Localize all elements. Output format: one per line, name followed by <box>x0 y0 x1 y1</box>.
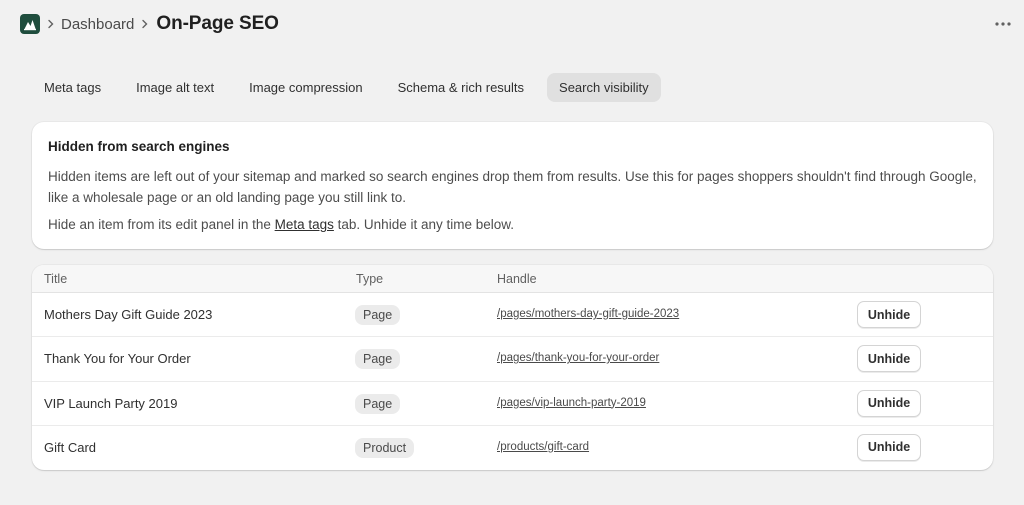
type-badge: Page <box>355 393 401 414</box>
breadcrumb-dashboard[interactable]: Dashboard <box>61 16 134 33</box>
column-header-type: Type <box>356 272 384 286</box>
column-header-handle: Handle <box>497 272 537 286</box>
info-card: Hidden from search engines Hidden items … <box>32 122 993 249</box>
handle-link[interactable]: /pages/thank-you-for-your-order <box>497 352 659 364</box>
chevron-right-icon <box>141 19 149 29</box>
row-title: Thank You for Your Order <box>44 351 191 367</box>
row-title: Mothers Day Gift Guide 2023 <box>44 307 213 322</box>
column-header-title: Title <box>44 272 68 286</box>
unhide-button[interactable]: Unhide <box>857 433 921 461</box>
unhide-button[interactable]: Unhide <box>857 389 921 417</box>
hidden-items-table: Title Type Handle Mothers Day Gift Guide… <box>32 265 993 470</box>
handle-link[interactable]: /pages/mothers-day-gift-guide-2023 <box>497 308 679 320</box>
table-row: Thank You for Your Order Page /pages/tha… <box>32 337 993 382</box>
row-title: Gift Card <box>44 439 97 455</box>
chevron-right-icon <box>47 19 55 29</box>
more-actions-button[interactable] <box>992 14 1014 34</box>
unhide-button[interactable]: Unhide <box>857 301 921 328</box>
page-header: Dashboard On-Page SEO <box>20 10 1014 38</box>
handle-link[interactable]: /products/gift-card <box>497 441 589 453</box>
page-title: On-Page SEO <box>156 13 279 34</box>
type-badge: Page <box>355 349 401 370</box>
table-header: Title Type Handle <box>32 265 993 293</box>
app-logo-icon[interactable] <box>20 14 40 34</box>
table-row: Gift Card Product /products/gift-card Un… <box>32 426 993 470</box>
table-row: VIP Launch Party 2019 Page /pages/vip-la… <box>32 382 993 426</box>
type-badge: Product <box>355 437 415 458</box>
hint-text-before: Hide an item from its edit panel in the <box>48 217 275 232</box>
tab-search-visibility[interactable]: Search visibility <box>547 73 661 102</box>
tab-schema-rich-results[interactable]: Schema & rich results <box>386 73 536 102</box>
table-row: Mothers Day Gift Guide 2023 Page /pages/… <box>32 293 993 338</box>
type-badge: Page <box>355 305 401 325</box>
row-title: VIP Launch Party 2019 <box>44 395 178 411</box>
meta-tags-link[interactable]: Meta tags <box>275 217 334 232</box>
hint-text-after: tab. Unhide it any time below. <box>333 217 515 232</box>
handle-link[interactable]: /pages/vip-launch-party-2019 <box>497 397 646 409</box>
unhide-button[interactable]: Unhide <box>857 345 921 373</box>
info-card-description: Hidden items are left out of your sitema… <box>48 169 977 205</box>
tab-image-alt-text[interactable]: Image alt text <box>124 73 226 102</box>
more-horizontal-icon <box>995 22 1011 26</box>
tab-meta-tags[interactable]: Meta tags <box>32 73 113 102</box>
tab-image-compression[interactable]: Image compression <box>237 73 374 102</box>
info-card-title: Hidden from search engines <box>48 139 230 154</box>
tab-bar: Meta tags Image alt text Image compressi… <box>32 73 672 102</box>
info-card-hint: Hide an item from its edit panel in the … <box>48 215 977 235</box>
